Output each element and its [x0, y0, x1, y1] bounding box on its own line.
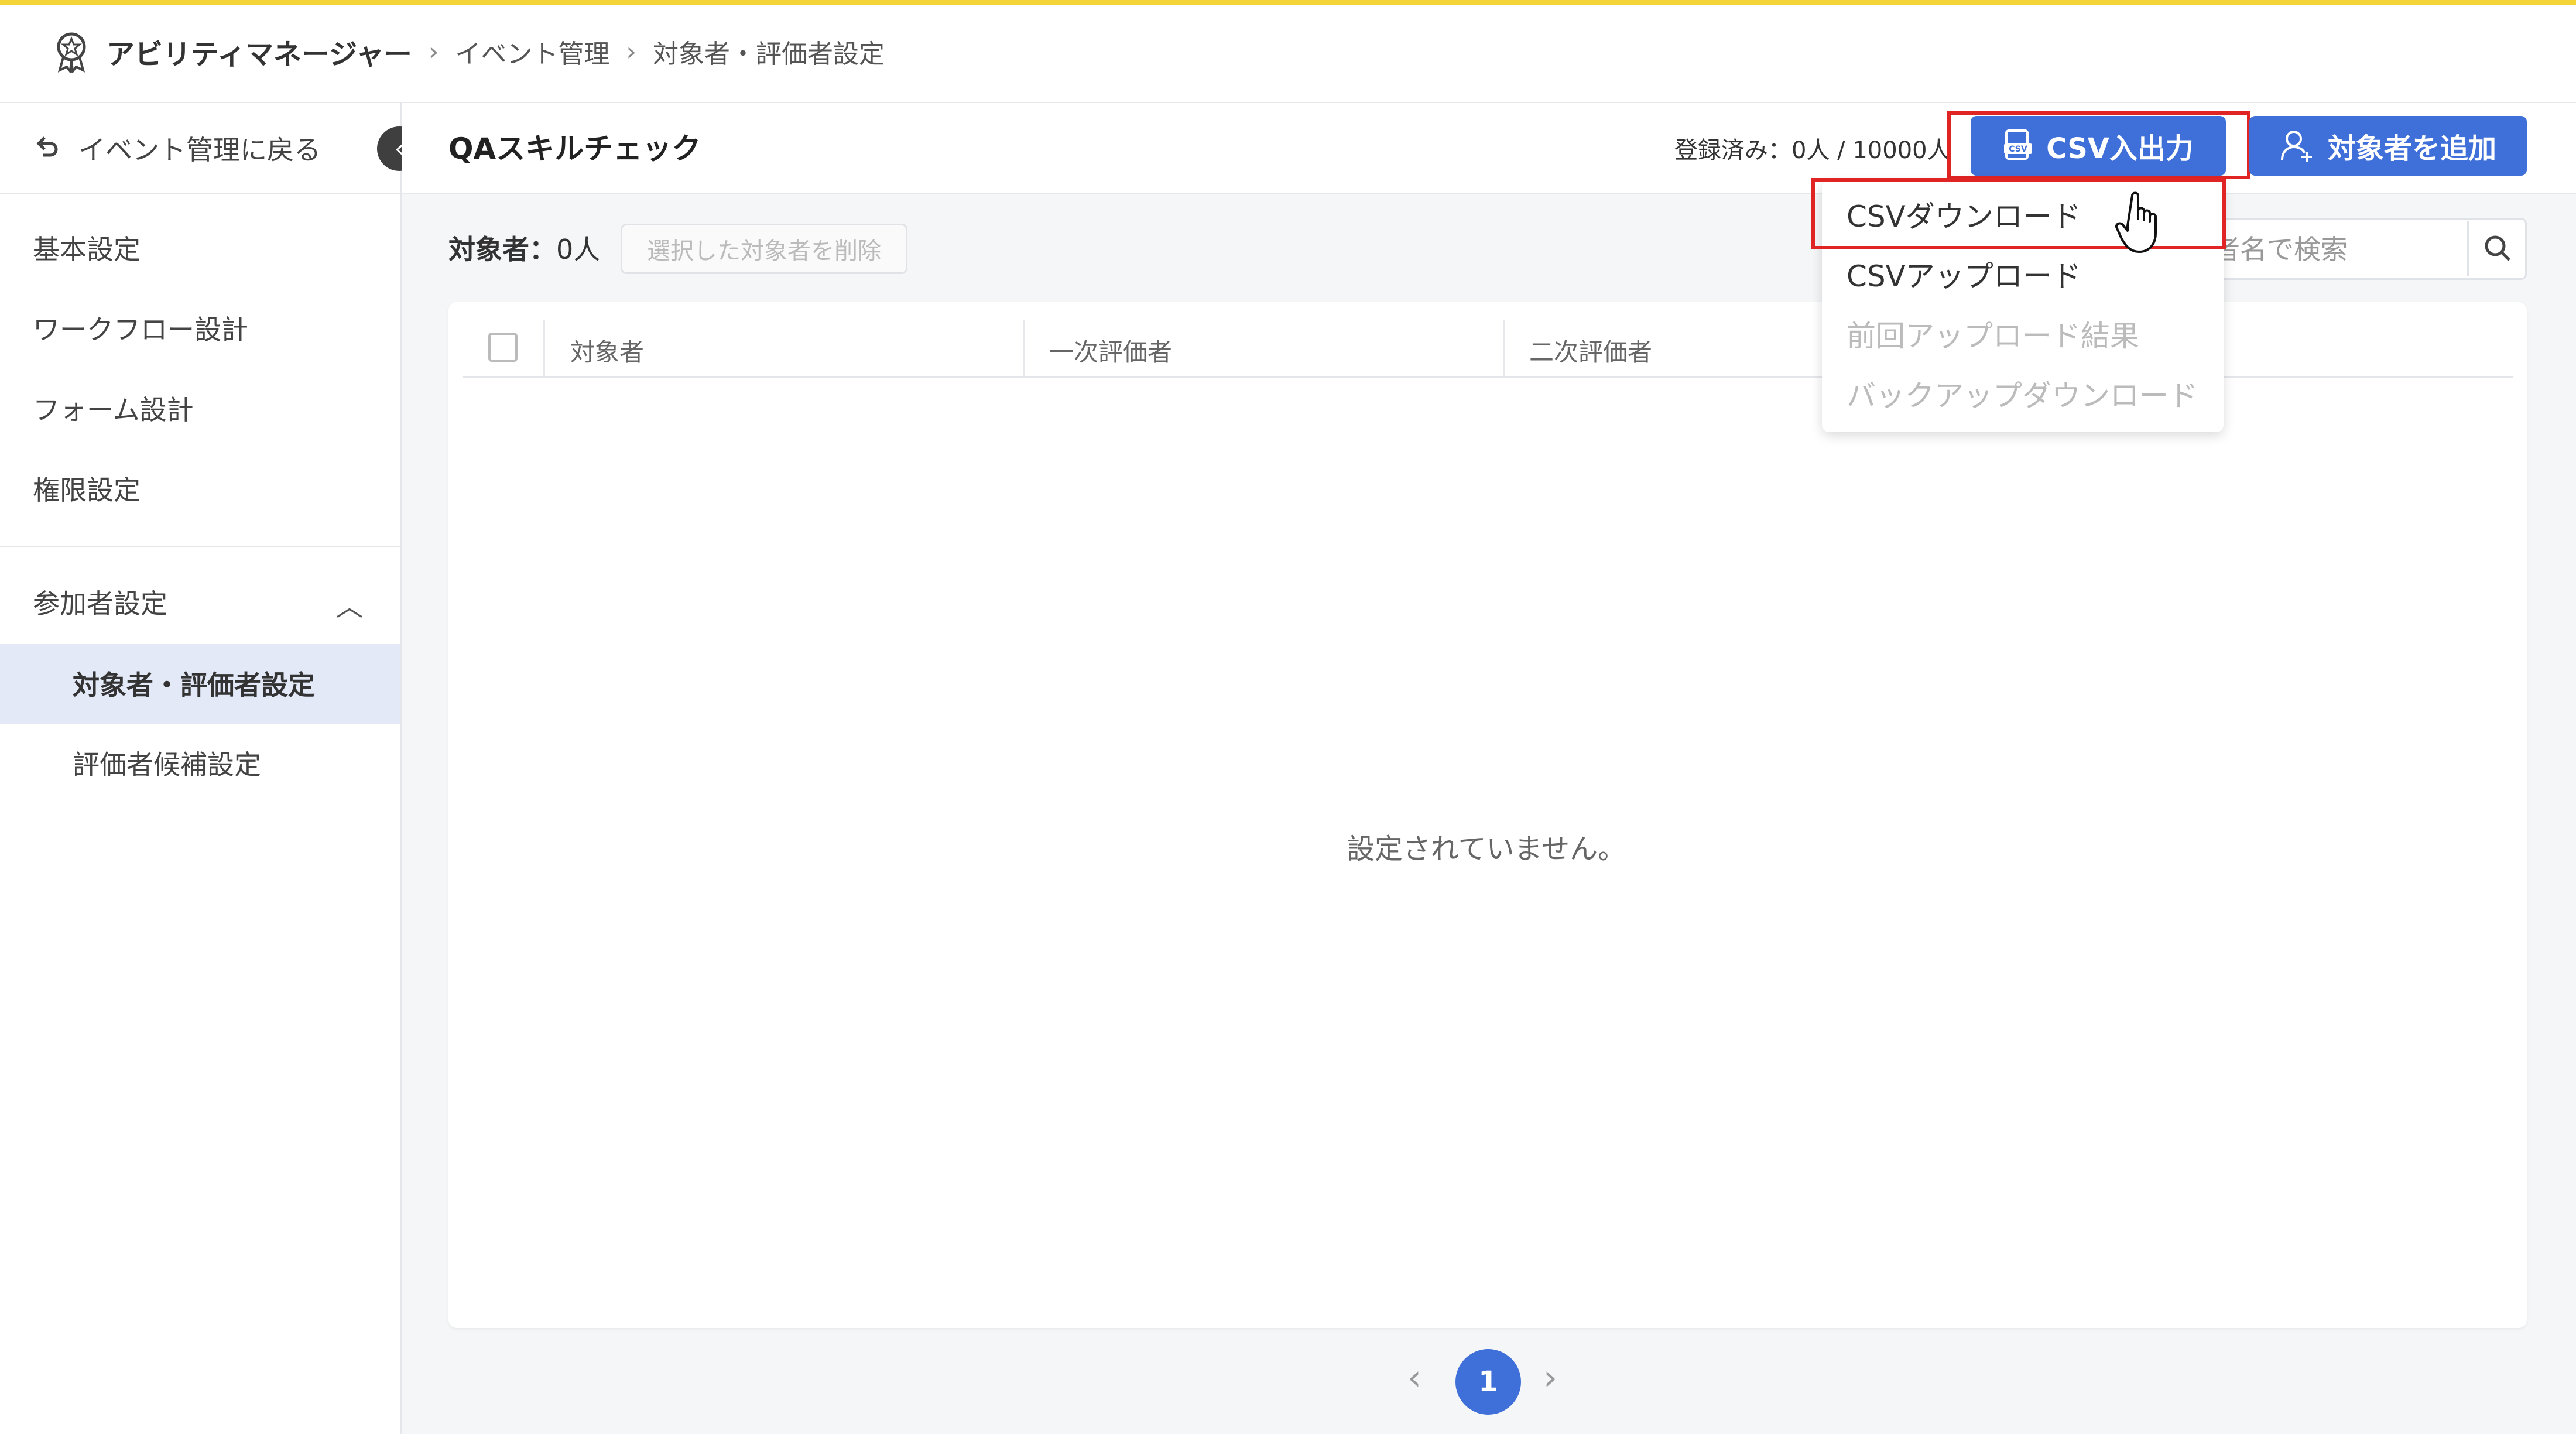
- csv-file-icon: CSV: [2003, 128, 2033, 163]
- back-link-label: イベント管理に戻る: [78, 134, 321, 166]
- svg-text:CSV: CSV: [2009, 145, 2027, 154]
- search-icon[interactable]: [2482, 233, 2513, 266]
- target-count-label: 対象者：: [448, 234, 556, 265]
- pagination-prev-icon[interactable]: ‹: [1407, 1357, 1421, 1398]
- sidebar-divider: [0, 546, 400, 547]
- menu-item-csv-upload[interactable]: CSVアップロード: [1847, 253, 2081, 295]
- column-header-primary-evaluator[interactable]: 一次評価者: [1049, 333, 1172, 368]
- award-icon: [53, 30, 90, 75]
- menu-item-backup-download: バックアップダウンロード: [1847, 379, 2198, 413]
- sidebar-item-basic-settings[interactable]: 基本設定: [33, 228, 141, 267]
- column-header-secondary-evaluator[interactable]: 二次評価者: [1529, 333, 1652, 368]
- column-header-target[interactable]: 対象者: [570, 333, 644, 368]
- registered-count: 登録済み：0人 / 10000人: [1674, 137, 1951, 164]
- target-table-card: [448, 302, 2527, 1328]
- search-placeholder: 者名で検索: [2213, 234, 2348, 265]
- sidebar-item-permission-settings[interactable]: 権限設定: [33, 469, 141, 508]
- search-divider: [2467, 221, 2469, 276]
- menu-item-last-upload-result: 前回アップロード結果: [1847, 319, 2139, 353]
- column-divider: [1503, 320, 1505, 376]
- pagination-page-1[interactable]: 1: [1455, 1349, 1521, 1415]
- back-link[interactable]: イベント管理に戻る: [0, 103, 402, 194]
- target-count-value: 0人: [556, 234, 601, 265]
- add-user-icon: [2280, 128, 2315, 163]
- chevron-right-icon: ›: [428, 36, 439, 67]
- chevron-right-icon: ›: [626, 36, 636, 67]
- sidebar-item-form-design[interactable]: フォーム設計: [33, 389, 194, 427]
- hand-cursor-icon: [2115, 191, 2167, 258]
- empty-message: 設定されていません。: [1347, 833, 1626, 865]
- target-count: 対象者：0人: [448, 228, 600, 267]
- column-divider: [1023, 320, 1025, 376]
- add-target-button[interactable]: 対象者を追加: [2249, 116, 2527, 176]
- breadcrumb-app[interactable]: アビリティマネージャー: [107, 31, 412, 72]
- select-all-checkbox[interactable]: [488, 333, 518, 362]
- undo-arrow-icon: [33, 134, 61, 162]
- csv-io-button[interactable]: CSV CSV入出力: [1971, 116, 2226, 176]
- sidebar-group-participants[interactable]: 参加者設定: [33, 583, 167, 621]
- pagination-next-icon[interactable]: ›: [1543, 1357, 1557, 1398]
- add-target-button-label: 対象者を追加: [2327, 132, 2496, 165]
- delete-selected-button[interactable]: 選択した対象者を削除: [621, 224, 907, 274]
- menu-item-csv-download[interactable]: CSVダウンロード: [1847, 193, 2081, 235]
- sidebar-item-target-evaluator[interactable]: 対象者・評価者設定: [73, 664, 315, 703]
- sidebar-item-workflow-design[interactable]: ワークフロー設計: [33, 309, 248, 347]
- breadcrumb: アビリティマネージャー › イベント管理 › 対象者・評価者設定: [53, 30, 885, 75]
- breadcrumb-event-management[interactable]: イベント管理: [455, 33, 609, 70]
- page-title: QAスキルチェック: [448, 132, 701, 166]
- chevron-up-icon[interactable]: ︿: [336, 586, 363, 624]
- csv-io-button-label: CSV入出力: [2046, 132, 2194, 165]
- sidebar-item-evaluator-candidates[interactable]: 評価者候補設定: [73, 744, 261, 782]
- breadcrumb-current: 対象者・評価者設定: [652, 39, 885, 69]
- column-divider: [543, 320, 545, 376]
